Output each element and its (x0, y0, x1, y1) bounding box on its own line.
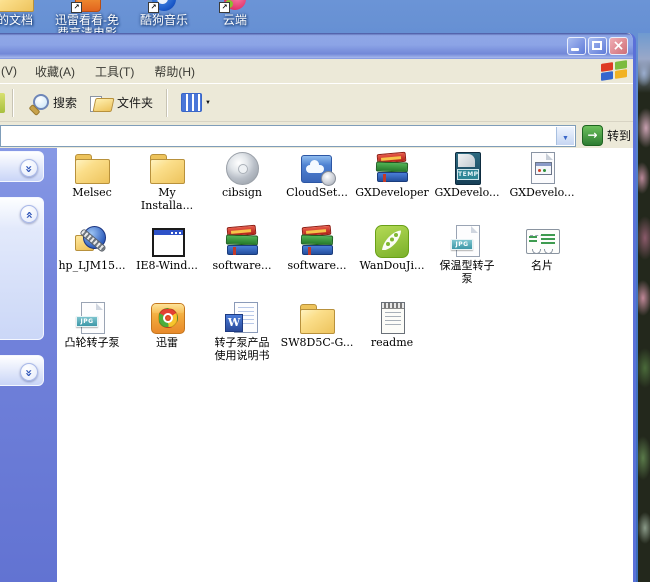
cd-disc-icon (222, 150, 262, 186)
desktop-wallpaper-strip (638, 33, 650, 582)
shortcut-arrow-icon (71, 2, 82, 13)
file-item[interactable]: cibsign (204, 150, 280, 199)
file-item[interactable]: hp_LJM15... (54, 223, 130, 272)
desktop-icon-kugou[interactable]: 酷狗音乐 (129, 0, 199, 27)
winrar-archive-icon (372, 150, 412, 186)
folder-icon (297, 300, 337, 336)
chevron-down-icon[interactable] (20, 363, 38, 381)
views-dropdown-caret-icon: ▼ (205, 100, 211, 106)
file-item[interactable]: readme (354, 300, 430, 349)
menu-item-view-partial[interactable]: (V) (0, 64, 25, 78)
chevron-down-icon[interactable] (20, 159, 38, 177)
toolbar-separator (166, 89, 168, 117)
desktop-icon-yunduan[interactable]: 云端 (200, 0, 270, 27)
minimize-button[interactable] (567, 37, 586, 55)
notepad-file-icon (372, 300, 412, 336)
file-item[interactable]: software... (204, 223, 280, 272)
go-arrow-icon (582, 125, 603, 146)
wandoujia-icon (372, 223, 412, 259)
address-input[interactable] (3, 128, 553, 144)
folder-icon (147, 150, 187, 186)
jpg-file-icon: JPG (72, 300, 112, 336)
file-item[interactable]: IE8-Wind... (129, 223, 205, 272)
folders-label: 文件夹 (117, 94, 153, 111)
folders-button[interactable]: 文件夹 (83, 93, 159, 113)
business-card-icon (522, 223, 562, 259)
toolbar-separator (12, 89, 14, 117)
task-panel-3[interactable] (0, 355, 44, 386)
package-box-icon (147, 300, 187, 336)
explorer-window: (V) 收藏(A) 工具(T) 帮助(H) 搜索 文件夹 ▼ (0, 33, 636, 582)
winrar-archive-icon (297, 223, 337, 259)
cloud-installer-icon (297, 150, 337, 186)
shortcut-arrow-icon (148, 2, 159, 13)
file-item[interactable]: Melsec (54, 150, 130, 199)
folder-icon (0, 0, 34, 12)
setup-info-icon (522, 150, 562, 186)
file-item[interactable]: TEMP GXDevelo... (429, 150, 505, 199)
desktop-icon-my-documents[interactable]: 的文档 (0, 0, 50, 27)
windows-logo-icon (599, 60, 630, 81)
menu-bar: (V) 收藏(A) 工具(T) 帮助(H) (0, 59, 633, 84)
file-item[interactable]: 名片 (504, 223, 580, 272)
maximize-button[interactable] (588, 37, 607, 55)
application-window-icon (147, 223, 187, 259)
desktop-icon-label: 酷狗音乐 (129, 14, 199, 27)
address-dropdown-button[interactable] (556, 127, 574, 145)
task-panel-1[interactable] (0, 151, 44, 182)
menu-item-tools[interactable]: 工具(T) (85, 63, 144, 80)
window-content: Melsec My Installa... cibsign CloudSet..… (0, 148, 633, 582)
address-bar: 转到 (0, 122, 633, 150)
folder-icon (72, 150, 112, 186)
menu-item-help[interactable]: 帮助(H) (144, 63, 205, 80)
file-item[interactable]: WanDouJi... (354, 223, 430, 272)
clipped-toolbar-icon (0, 93, 5, 113)
file-item[interactable]: GXDevelo... (504, 150, 580, 199)
file-item[interactable]: JPG 保温型转子 泵 (429, 223, 505, 285)
file-item[interactable]: 迅雷 (129, 300, 205, 349)
search-button[interactable]: 搜索 (21, 92, 83, 114)
desktop-icon-label: 的文档 (0, 14, 50, 27)
chevron-up-icon[interactable] (20, 205, 38, 223)
go-button[interactable]: 转到 (582, 125, 631, 146)
winrar-archive-icon (222, 223, 262, 259)
file-item[interactable]: GXDeveloper (354, 150, 430, 199)
desktop-icon-label: 云端 (200, 14, 270, 27)
file-item[interactable]: CloudSet... (279, 150, 355, 199)
jpg-file-icon: JPG (447, 223, 487, 259)
file-item[interactable]: My Installa... (129, 150, 205, 212)
search-label: 搜索 (53, 94, 77, 111)
temp-file-icon: TEMP (447, 150, 487, 186)
file-list-area[interactable]: Melsec My Installa... cibsign CloudSet..… (57, 148, 633, 582)
search-icon (27, 92, 49, 114)
toolbar: 搜索 文件夹 ▼ (0, 84, 633, 122)
file-item[interactable]: JPG 凸轮转子泵 (54, 300, 130, 349)
file-item[interactable]: software... (279, 223, 355, 272)
shortcut-arrow-icon (219, 2, 230, 13)
title-bar[interactable] (0, 33, 633, 59)
go-label: 转到 (607, 127, 631, 144)
views-icon (181, 93, 202, 112)
views-button[interactable]: ▼ (175, 93, 217, 112)
word-document-icon: W (222, 300, 262, 336)
close-button[interactable] (609, 37, 628, 55)
file-item[interactable]: W 转子泵产品 使用说明书 (204, 300, 280, 362)
address-combobox[interactable] (0, 125, 576, 147)
file-item[interactable]: SW8D5C-G... (279, 300, 355, 349)
task-pane (0, 148, 57, 582)
zip-extractor-icon (72, 223, 112, 259)
task-panel-2[interactable] (0, 197, 44, 340)
menu-item-favorites[interactable]: 收藏(A) (25, 63, 85, 80)
folders-icon (89, 93, 113, 113)
